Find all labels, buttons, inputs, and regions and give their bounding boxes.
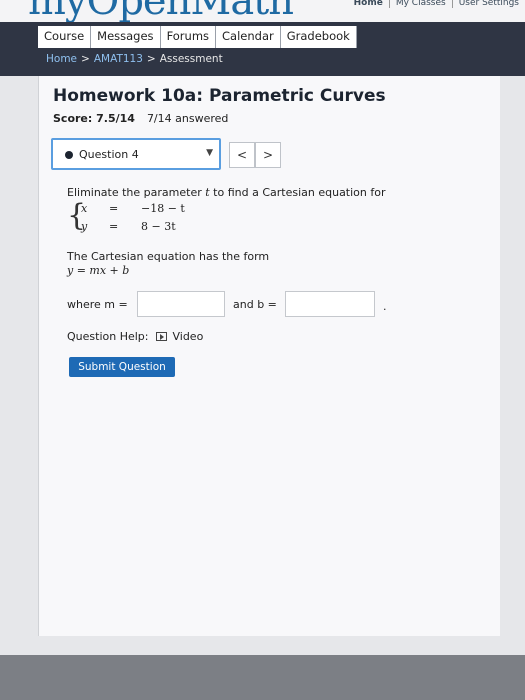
m-label: where m = [67,298,128,311]
prev-question-button[interactable]: < [229,142,255,168]
breadcrumb-current: Assessment [159,53,223,65]
top-links: Home My Classes User Settings [354,0,519,8]
form-equation: y = mx + b [67,264,130,277]
assessment-card: Homework 10a: Parametric Curves Score: 7… [38,76,500,636]
form-text: The Cartesian equation has the form [67,250,270,263]
question-prompt: Eliminate the parameter t to find a Cart… [67,186,386,199]
b-input[interactable] [285,291,375,317]
question-select[interactable]: Question 4 ▼ [51,138,221,170]
question-select-label: Question 4 [79,148,139,161]
caret-down-icon: ▼ [206,148,213,158]
tab-gradebook[interactable]: Gradebook [280,26,357,48]
question-help: Question Help: Video [67,330,203,343]
video-link[interactable]: Video [172,330,203,343]
period: . [383,300,387,313]
breadcrumb-separator: > [146,53,156,65]
site-logo[interactable]: myOpenMath [28,0,294,22]
top-link-user-settings[interactable]: User Settings [451,0,519,8]
nav-tabs: Course Messages Forums Calendar Gradeboo… [38,26,357,48]
b-label: and b = [233,298,277,311]
top-link-home[interactable]: Home [354,0,383,8]
page-title: Homework 10a: Parametric Curves [53,86,386,106]
x-var: x [81,202,88,215]
y-var: y [81,220,88,233]
x-expression: −18 − t [141,202,185,215]
x-equals: = [109,202,119,215]
prompt-text: Eliminate the parameter [67,186,202,199]
score-value: Score: 7.5/14 [53,112,135,125]
breadcrumb-separator: > [81,53,90,65]
tab-course[interactable]: Course [38,26,92,48]
tab-messages[interactable]: Messages [91,26,161,48]
breadcrumb-course[interactable]: AMAT113 [94,53,143,65]
m-input[interactable] [137,291,225,317]
breadcrumb: Home > AMAT113 > Assessment [46,53,223,65]
question-nav: < > [229,142,281,168]
page: myOpenMath Home My Classes User Settings… [0,0,525,655]
video-icon[interactable] [155,332,167,341]
y-expression: 8 − 3t [141,220,176,233]
status-dot-icon [65,151,73,159]
submit-question-button[interactable]: Submit Question [69,357,175,377]
prompt-text-suffix: to find a Cartesian equation for [213,186,386,199]
score-line: Score: 7.5/14 7/14 answered [53,112,228,125]
site-header: myOpenMath Home My Classes User Settings [0,0,525,22]
tab-calendar[interactable]: Calendar [216,26,281,48]
desk-background [0,655,525,700]
help-label: Question Help: [67,330,149,343]
prompt-param: t [205,186,210,199]
y-equals: = [109,220,119,233]
answered-count: 7/14 answered [146,112,229,125]
breadcrumb-home[interactable]: Home [46,53,77,65]
tab-forums[interactable]: Forums [160,26,217,48]
next-question-button[interactable]: > [255,142,281,168]
top-link-my-classes[interactable]: My Classes [388,0,446,8]
